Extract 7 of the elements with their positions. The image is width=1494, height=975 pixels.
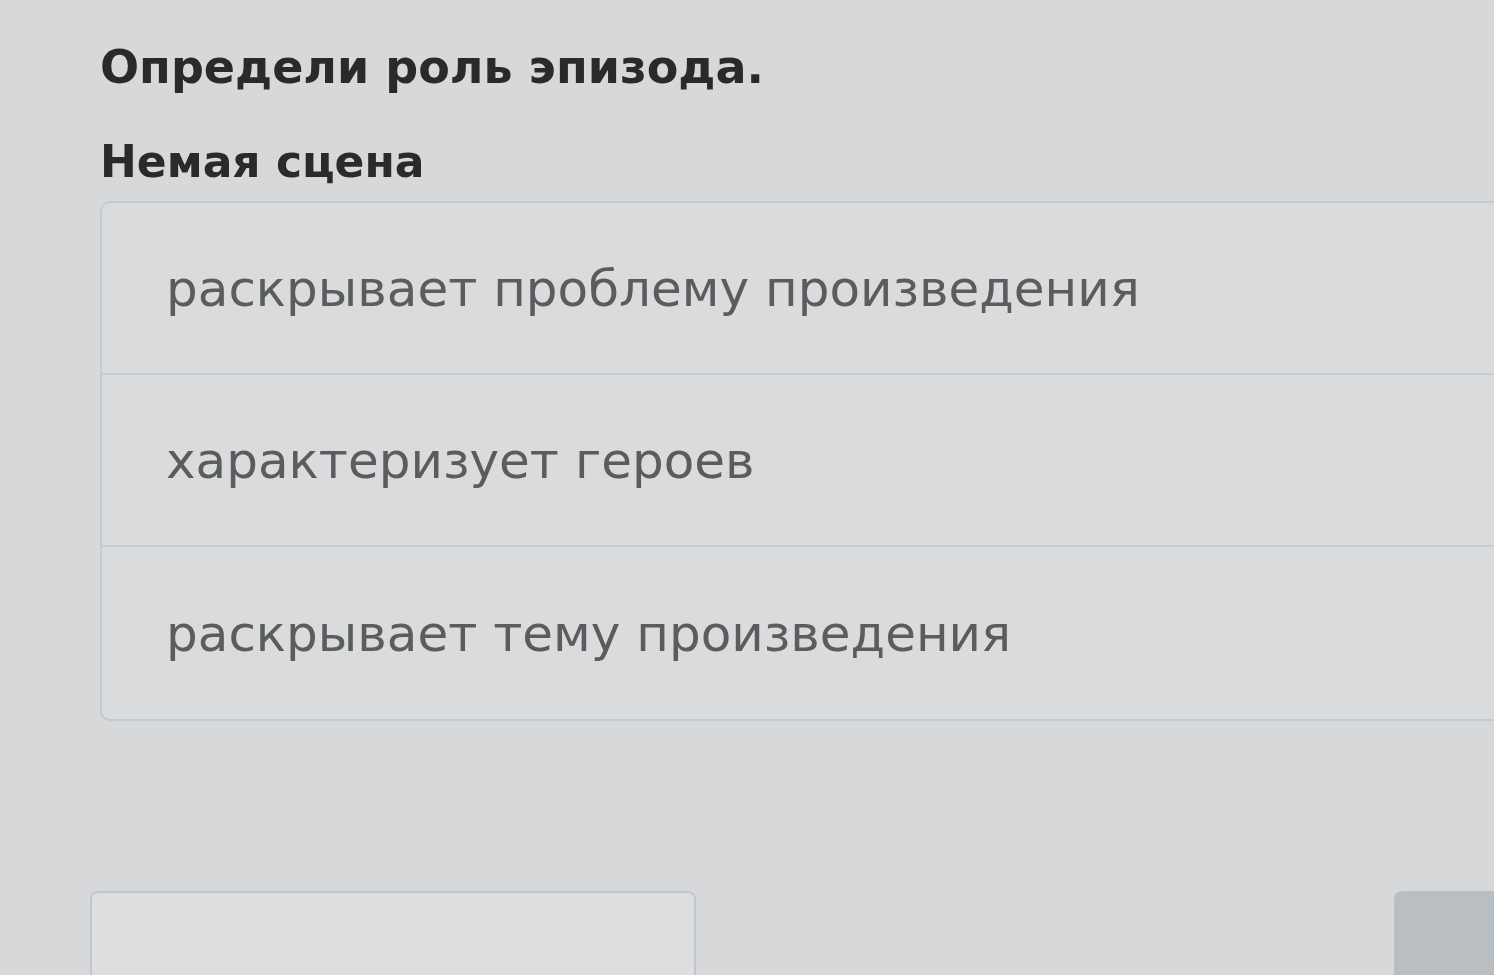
question-title: Определи роль эпизода. xyxy=(100,40,765,94)
episode-name: Немая сцена xyxy=(100,136,426,187)
secondary-button[interactable] xyxy=(90,891,696,975)
answer-option[interactable]: характеризует героев xyxy=(102,375,1494,547)
primary-button[interactable] xyxy=(1394,891,1494,975)
answer-option[interactable]: раскрывает тему произведения xyxy=(102,547,1494,719)
answer-option[interactable]: раскрывает проблему произведения xyxy=(102,203,1494,375)
